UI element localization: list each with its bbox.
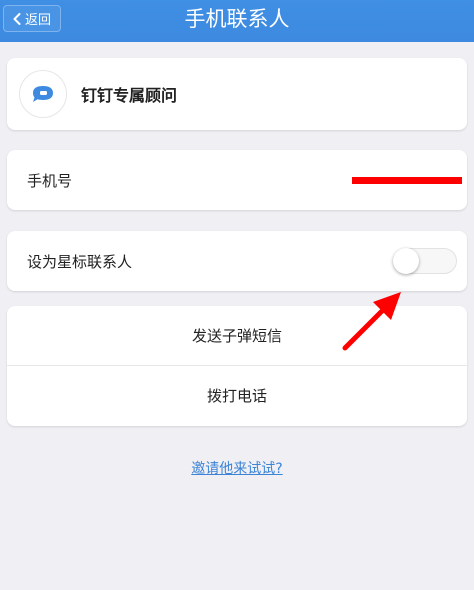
star-contact-row: 设为星标联系人 <box>7 231 467 291</box>
contact-name: 钉钉专属顾问 <box>81 86 178 105</box>
chat-bubble-icon <box>33 86 53 102</box>
annotation-arrow-icon <box>342 292 401 351</box>
star-contact-label: 设为星标联系人 <box>27 253 133 271</box>
toggle-knob <box>393 248 419 274</box>
invite-link[interactable]: 邀请他来试试? <box>0 458 474 478</box>
phone-row[interactable]: 手机号 <box>7 150 467 210</box>
phone-label: 手机号 <box>27 172 73 190</box>
phone-number-redacted <box>352 177 462 184</box>
star-contact-toggle[interactable] <box>393 248 457 274</box>
nav-header: 返回 手机联系人 <box>0 0 474 42</box>
profile-card[interactable]: 钉钉专属顾问 <box>7 58 467 130</box>
call-button[interactable]: 拨打电话 <box>7 366 467 426</box>
avatar <box>19 70 67 118</box>
page-title: 手机联系人 <box>184 7 290 31</box>
